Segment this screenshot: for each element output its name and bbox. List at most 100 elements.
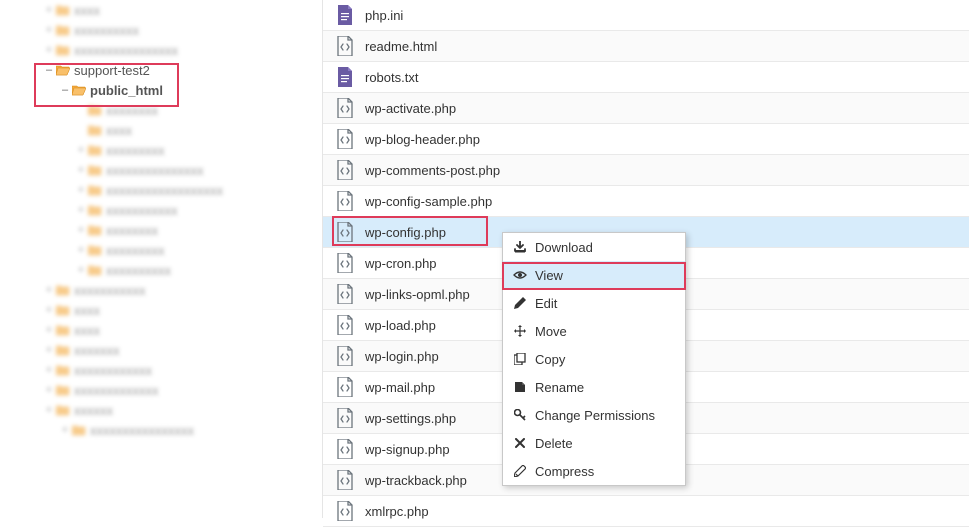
tree-item[interactable]: +xxxxxxxxxxx (12, 200, 322, 220)
tree-item[interactable]: + xxxxxxx (12, 340, 322, 360)
folder-icon (72, 424, 86, 436)
tree-item[interactable]: + xxxx (12, 320, 322, 340)
file-name: wp-links-opml.php (365, 287, 470, 302)
folder-icon (88, 184, 102, 196)
copy-icon (513, 353, 527, 365)
tree-toggle-icon[interactable]: + (76, 144, 86, 156)
tree-item[interactable]: + xxxxxxxxxx (12, 20, 322, 40)
file-row[interactable]: wp-comments-post.php (323, 155, 969, 186)
folder-icon (56, 324, 70, 336)
tree-toggle-icon[interactable]: + (76, 264, 86, 276)
folder-icon (56, 24, 70, 36)
tree-label: public_html (90, 83, 163, 98)
tree-toggle-icon[interactable]: + (44, 284, 54, 296)
code-file-icon (335, 160, 355, 180)
tree-item[interactable]: –support-test2 (12, 60, 322, 80)
tree-item[interactable]: + xxxxxxxxxxxxx (12, 380, 322, 400)
tree-toggle-icon[interactable]: + (60, 424, 70, 436)
tree-item[interactable]: xxxx (12, 120, 322, 140)
tree-toggle-icon[interactable]: – (60, 84, 70, 96)
folder-icon (88, 204, 102, 216)
tree-item[interactable]: +xxxxxxxxx (12, 240, 322, 260)
file-name: wp-trackback.php (365, 473, 467, 488)
context-menu-item-rename[interactable]: Rename (503, 373, 685, 401)
tree-label: xxxx (74, 323, 100, 338)
tree-toggle-icon[interactable]: + (44, 384, 54, 396)
tree-toggle-icon[interactable]: + (76, 204, 86, 216)
folder-icon (88, 124, 102, 136)
folder-icon (88, 104, 102, 116)
tree-toggle-icon[interactable]: + (76, 184, 86, 196)
folder-icon (56, 64, 70, 76)
context-menu-item-change-permissions[interactable]: Change Permissions (503, 401, 685, 429)
tree-toggle-icon[interactable]: + (44, 364, 54, 376)
tree-label: xxxxxxxx (106, 223, 158, 238)
context-menu-label: Change Permissions (535, 408, 655, 423)
context-menu-label: Compress (535, 464, 594, 479)
file-row[interactable]: robots.txt (323, 62, 969, 93)
file-row[interactable]: wp-config-sample.php (323, 186, 969, 217)
tree-toggle-icon[interactable]: + (44, 404, 54, 416)
file-row[interactable]: wp-blog-header.php (323, 124, 969, 155)
file-row[interactable]: xmlrpc.php (323, 496, 969, 527)
tree-toggle-icon[interactable]: + (44, 324, 54, 336)
tree-label: xxxxxxxxxxxxxxxx (74, 43, 178, 58)
context-menu-item-download[interactable]: Download (503, 233, 685, 261)
tree-label: xxxxxxxxxxxxxxx (106, 163, 204, 178)
tree-label: xxxxxxxxxxxxx (74, 383, 159, 398)
context-menu-label: Edit (535, 296, 557, 311)
file-row[interactable]: php.ini (323, 0, 969, 31)
tree-toggle-icon[interactable]: + (44, 4, 54, 16)
context-menu-item-view[interactable]: View (503, 261, 685, 289)
pencil-icon (513, 297, 527, 309)
tree-item[interactable]: + xxxxxxxxxxxxxxxx (12, 40, 322, 60)
file-name: xmlrpc.php (365, 504, 429, 519)
tree-item[interactable]: + xxxxxxxxxxxxxxx (12, 160, 322, 180)
tree-item[interactable]: – public_html (12, 80, 322, 100)
tree-toggle-icon[interactable]: – (44, 64, 54, 76)
context-menu-item-edit[interactable]: Edit (503, 289, 685, 317)
code-file-icon (335, 191, 355, 211)
tree-item[interactable]: + xxxxxxxx (12, 220, 322, 240)
tree-item[interactable]: + xxxxxxxxxxxxxxxx (12, 420, 322, 440)
tree-item[interactable]: + xxxxxxxxxxxxxxxxxx (12, 180, 322, 200)
tree-toggle-icon[interactable]: + (76, 224, 86, 236)
tree-item[interactable]: +xxxxxxxxx (12, 140, 322, 160)
folder-icon (56, 344, 70, 356)
tree-label: xxxxxxxxxxxx (74, 363, 152, 378)
file-row[interactable]: readme.html (323, 31, 969, 62)
context-menu-item-copy[interactable]: Copy (503, 345, 685, 373)
file-name: wp-activate.php (365, 101, 456, 116)
tree-toggle-icon[interactable]: + (76, 164, 86, 176)
tree-toggle-icon[interactable]: + (44, 304, 54, 316)
file-name: wp-config.php (365, 225, 446, 240)
context-menu-item-compress[interactable]: Compress (503, 457, 685, 485)
code-file-icon (335, 98, 355, 118)
file-row[interactable]: wp-activate.php (323, 93, 969, 124)
tree-label: xxxxxxxxxxxxxxxx (90, 423, 194, 438)
tree-item[interactable]: +xxxxxxxxxx (12, 260, 322, 280)
folder-icon (56, 304, 70, 316)
tree-item[interactable]: +xxxxxx (12, 400, 322, 420)
tree-item[interactable]: xxxxxxxx (12, 100, 322, 120)
tree-label: xxxxxxxx (106, 103, 158, 118)
tree-item[interactable]: +xxxxxxxxxxx (12, 280, 322, 300)
code-file-icon (335, 408, 355, 428)
context-menu-item-move[interactable]: Move (503, 317, 685, 345)
tree-item[interactable]: +xxxx (12, 300, 322, 320)
tree-item[interactable]: + xxxx (12, 0, 322, 20)
tree-toggle-icon[interactable]: + (76, 244, 86, 256)
tree-label: xxxxxxxxxxxxxxxxxx (106, 183, 223, 198)
tree-item[interactable]: + xxxxxxxxxxxx (12, 360, 322, 380)
code-file-icon (335, 346, 355, 366)
tree-toggle-icon[interactable]: + (44, 44, 54, 56)
tree-label: xxxx (106, 123, 132, 138)
tree-label: xxxx (74, 3, 100, 18)
tree-toggle-icon[interactable]: + (44, 344, 54, 356)
tree-label: xxxxxxx (74, 343, 120, 358)
file-name: readme.html (365, 39, 437, 54)
folder-icon (56, 4, 70, 16)
context-menu-item-delete[interactable]: Delete (503, 429, 685, 457)
tree-label: xxxxxxxxxx (74, 23, 139, 38)
tree-toggle-icon[interactable]: + (44, 24, 54, 36)
